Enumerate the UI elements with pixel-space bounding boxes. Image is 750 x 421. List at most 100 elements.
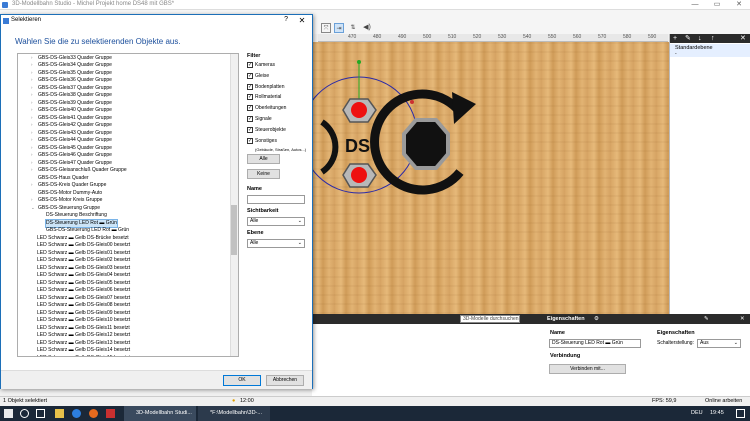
tree-item[interactable]: LED Schwarz ▬ Gelb DS-Gleis14 besetzt	[37, 347, 130, 355]
task-view-icon[interactable]	[36, 409, 45, 418]
tree-item[interactable]: LED Schwarz ▬ Gelb DS-Gleis10 besetzt	[37, 317, 130, 325]
properties-tab[interactable]: Eigenschaften	[547, 314, 585, 324]
tree-item[interactable]: GBS-DS-Gleis36 Quader Gruppe	[38, 77, 112, 85]
expand-arrow-icon[interactable]: ›	[31, 115, 33, 120]
expand-arrow-icon[interactable]: ›	[31, 55, 33, 60]
switch-position-select[interactable]: Aus ⌄	[697, 339, 741, 348]
cancel-button[interactable]: Abbrechen	[266, 375, 304, 386]
tree-item[interactable]: GBS-DS-Gleis47 Quader Gruppe	[38, 160, 112, 168]
expand-arrow-icon[interactable]: ›	[31, 145, 33, 150]
expand-arrow-icon[interactable]: ›	[31, 130, 33, 135]
expand-arrow-icon[interactable]: ›	[31, 167, 33, 172]
tree-item[interactable]: DS-Steuerung Beschriftung	[46, 212, 107, 220]
pin-icon[interactable]: ✎	[704, 314, 709, 324]
tree-item[interactable]: GBS-DS-Motor Kreis Gruppe	[38, 197, 102, 205]
fit-icon[interactable]: ⤧	[321, 23, 331, 33]
tree-item[interactable]: GBS-DS-Motor Dummy-Auto	[38, 190, 102, 198]
snap-icon[interactable]: ⇥	[334, 23, 344, 33]
tree-item[interactable]: LED Schwarz ▬ Gelb DS-Brücke besetzt	[37, 235, 129, 243]
filter-checkbox[interactable]: ✓	[247, 126, 253, 133]
visibility-select[interactable]: Alle ⌄	[247, 217, 305, 226]
tree-item[interactable]: LED Schwarz ▬ Gelb DS-Gleis09 besetzt	[37, 310, 130, 318]
align-icon[interactable]: ⇅	[348, 23, 358, 33]
tree-item[interactable]: GBS-DS-Kreis Quader Gruppe	[38, 182, 106, 190]
tree-item[interactable]: GBS-DS-Gleis40 Quader Gruppe	[38, 107, 112, 115]
expand-arrow-icon[interactable]: ›	[31, 100, 33, 105]
level-select[interactable]: Alle ⌄	[247, 239, 305, 248]
firefox-icon[interactable]	[89, 409, 98, 418]
search-icon[interactable]	[20, 409, 29, 418]
tree-item[interactable]: LED Schwarz ▬ Gelb DS-Gleis06 besetzt	[37, 287, 130, 295]
tree-item[interactable]: GBS-DS-Haus Quader	[38, 175, 89, 183]
name-filter-input[interactable]	[247, 195, 305, 204]
tree-item[interactable]: GBS-DS-Gleis43 Quader Gruppe	[38, 130, 112, 138]
layer-item[interactable]: Standardebene -	[670, 44, 750, 57]
filter-checkbox[interactable]: ✓	[247, 72, 253, 79]
gizmo-x-handle[interactable]	[410, 100, 414, 104]
close-panel-icon[interactable]: ✕	[740, 314, 745, 324]
expand-arrow-icon[interactable]: ›	[31, 85, 33, 90]
select-all-button[interactable]: Alle	[247, 154, 280, 164]
tree-item[interactable]: LED Schwarz ▬ Gelb DS-Gleis11 besetzt	[37, 325, 130, 333]
tree-item[interactable]: GBS-DS-Gleis45 Quader Gruppe	[38, 145, 112, 153]
expand-arrow-icon[interactable]: ›	[31, 137, 33, 142]
expand-arrow-icon[interactable]: ›	[31, 77, 33, 82]
maximize-button[interactable]: ▭	[706, 0, 728, 10]
delete-layer-button[interactable]: ✕	[740, 34, 746, 43]
tree-item[interactable]: GBS-DS-Gleis37 Quader Gruppe	[38, 85, 112, 93]
tree-item[interactable]: GBS-DS-Gleis34 Quader Gruppe	[38, 62, 112, 70]
tree-item[interactable]: GBS-DS-Gleis44 Quader Gruppe	[38, 137, 112, 145]
filter-checkbox[interactable]: ✓	[247, 116, 253, 122]
expand-arrow-icon[interactable]: ›	[31, 160, 33, 165]
gizmo-y-handle[interactable]	[357, 60, 361, 64]
switch-octagon[interactable]	[402, 118, 450, 170]
expand-arrow-icon[interactable]: ›	[31, 197, 33, 202]
expand-arrow-icon[interactable]: ›	[31, 122, 33, 127]
expand-arrow-icon[interactable]: ›	[31, 182, 33, 187]
folder-icon[interactable]	[55, 409, 64, 418]
scene-objects[interactable]: DS	[312, 42, 669, 314]
sound-icon[interactable]: ◀)	[362, 23, 372, 33]
expand-arrow-icon[interactable]: ›	[31, 92, 33, 97]
ok-button[interactable]: OK	[223, 375, 261, 386]
filter-checkbox[interactable]: ✓	[247, 105, 253, 112]
tree-item[interactable]: DS-Steuerung LED Rot ▬ Grün	[45, 218, 118, 228]
tree-item[interactable]: LED Schwarz ▬ Gelb DS-Gleis05 besetzt	[37, 280, 130, 288]
filter-checkbox[interactable]: ✓	[247, 137, 253, 144]
help-button[interactable]: ?	[284, 16, 288, 23]
tree-scroll-thumb[interactable]	[231, 205, 237, 255]
object-tree[interactable]: › GBS-DS-Gleis33 Quader Gruppe › GBS-DS-Gle…	[17, 53, 239, 357]
tree-item[interactable]: LED Schwarz ▬ Gelb DS-Gleis07 besetzt	[37, 295, 130, 303]
tree-item[interactable]: GBS-DS-Gleis33 Quader Gruppe	[38, 55, 112, 63]
name-field[interactable]: DS-Steuerung LED Rot ▬ Grün	[549, 339, 641, 348]
browser-icon[interactable]	[72, 409, 81, 418]
tree-item[interactable]: LED Schwarz ▬ Gelb DS-Gleis04 besetzt	[37, 272, 130, 280]
filter-checkbox[interactable]: ✓	[247, 94, 253, 101]
tree-item[interactable]: GBS-DS-Steuerung LED Rot ▬ Grün	[46, 227, 129, 235]
tree-item[interactable]: GBS-DS-Steuerung Gruppe	[38, 205, 100, 213]
filter-checkbox[interactable]: ✓	[247, 83, 253, 90]
tree-item[interactable]: GBS-DS-Gleis38 Quader Gruppe	[38, 92, 112, 100]
led-bottom-red[interactable]	[351, 167, 367, 183]
expand-arrow-icon[interactable]: ›	[31, 107, 33, 112]
tree-item[interactable]: LED Schwarz ▬ Gelb DS-Gleis13 besetzt	[37, 340, 130, 348]
move-down-button[interactable]: ↓	[698, 34, 702, 43]
expand-arrow-icon[interactable]: ›	[31, 70, 33, 75]
dialog-close-button[interactable]: ✕	[292, 15, 312, 27]
app-icon-red[interactable]	[106, 409, 115, 418]
minimize-button[interactable]: —	[684, 0, 706, 10]
tree-item[interactable]: GBS-DS-Gleisanschluß Quader Gruppe	[38, 167, 127, 175]
taskbar-app-3dmbs[interactable]: 3D-Modellbahn Studi...	[124, 406, 196, 421]
add-layer-button[interactable]: +	[673, 34, 677, 43]
gear-icon[interactable]: ⚙	[594, 314, 599, 324]
filter-checkbox[interactable]: ✓	[247, 62, 253, 68]
tree-item[interactable]: LED Schwarz ▬ Gelb DS-Gleis00 besetzt	[37, 242, 130, 250]
tree-item[interactable]: LED Schwarz ▬ Gelb DS-Gleis15 besetzt	[37, 355, 130, 357]
edit-layer-button[interactable]: ✎	[685, 34, 691, 43]
close-window-button[interactable]: ✕	[728, 0, 750, 10]
tree-item[interactable]: GBS-DS-Gleis41 Quader Gruppe	[38, 115, 112, 123]
connect-button[interactable]: Verbinden mit...	[549, 364, 626, 374]
windows-start-icon[interactable]	[4, 409, 13, 418]
taskbar-app-editor[interactable]: *F:\Modellbahn\3D-...	[198, 406, 270, 421]
keyboard-language[interactable]: DEU	[691, 406, 703, 421]
